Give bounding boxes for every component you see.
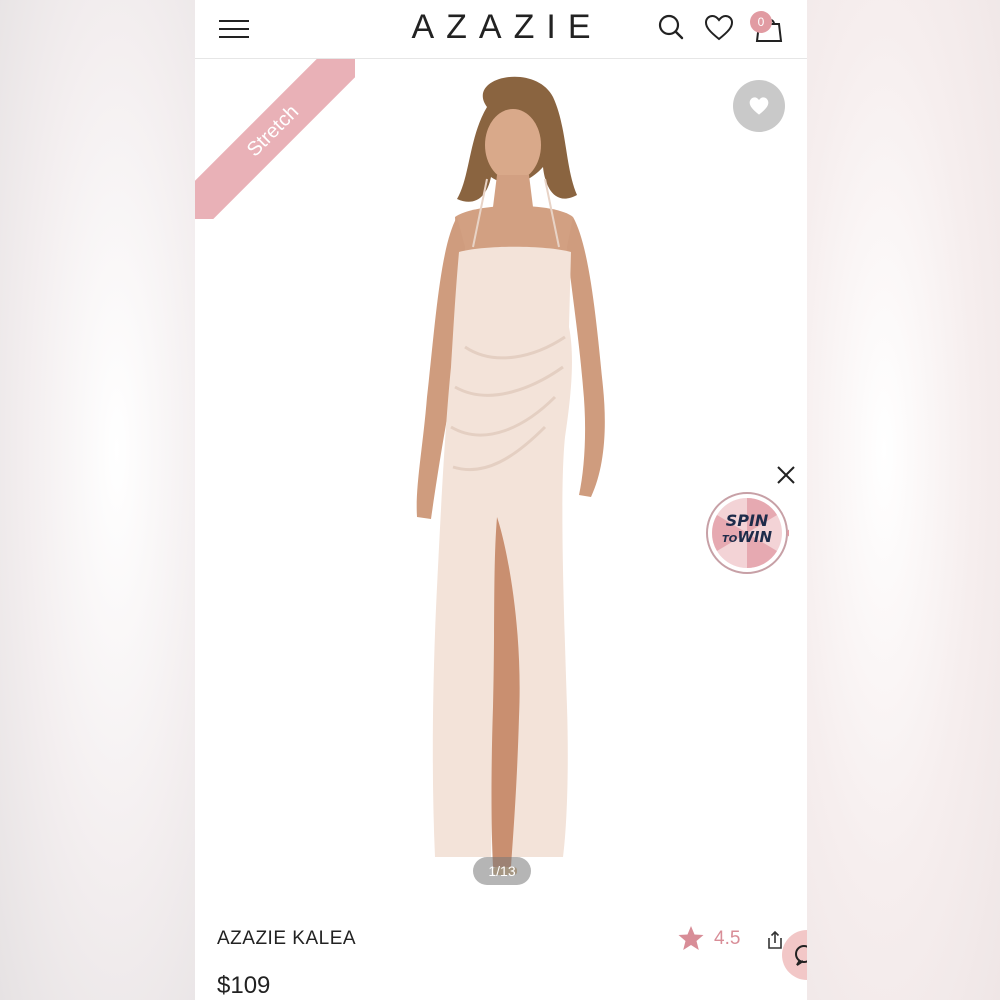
background-right <box>807 0 1000 1000</box>
stretch-ribbon: Stretch <box>195 59 355 219</box>
search-icon[interactable] <box>655 12 687 44</box>
product-price: $109 <box>217 972 271 999</box>
star-icon <box>678 926 704 950</box>
product-rating[interactable]: 4.5 <box>714 928 740 950</box>
model-in-dress-image <box>416 76 605 875</box>
spin-label: SPIN <box>725 511 769 530</box>
chat-button[interactable] <box>782 930 807 980</box>
image-pager-indicator: 1/13 <box>473 857 531 885</box>
top-navigation-bar: AZAZIE 0 <box>195 0 807 59</box>
win-label: WIN <box>737 528 772 546</box>
chat-icon <box>795 945 807 966</box>
background-left <box>0 0 195 1000</box>
stretch-badge-label: Stretch <box>195 59 355 219</box>
spin-to-win-button[interactable]: SPIN TOWIN <box>705 491 795 575</box>
favorite-heart-icon <box>749 97 769 115</box>
cart-count-badge: 0 <box>750 11 772 33</box>
favorite-button[interactable] <box>733 80 785 132</box>
to-label: TO <box>721 534 738 545</box>
heart-icon[interactable] <box>703 12 735 44</box>
product-image-gallery[interactable]: Stretch 1/13 SPIN TOWIN <box>195 59 807 919</box>
product-name: AZAZIE KALEA <box>217 928 357 949</box>
close-icon[interactable] <box>775 464 797 486</box>
mobile-page: AZAZIE 0 Stretch 1/13 SPIN TOWIN AZAZIE … <box>195 0 807 1000</box>
